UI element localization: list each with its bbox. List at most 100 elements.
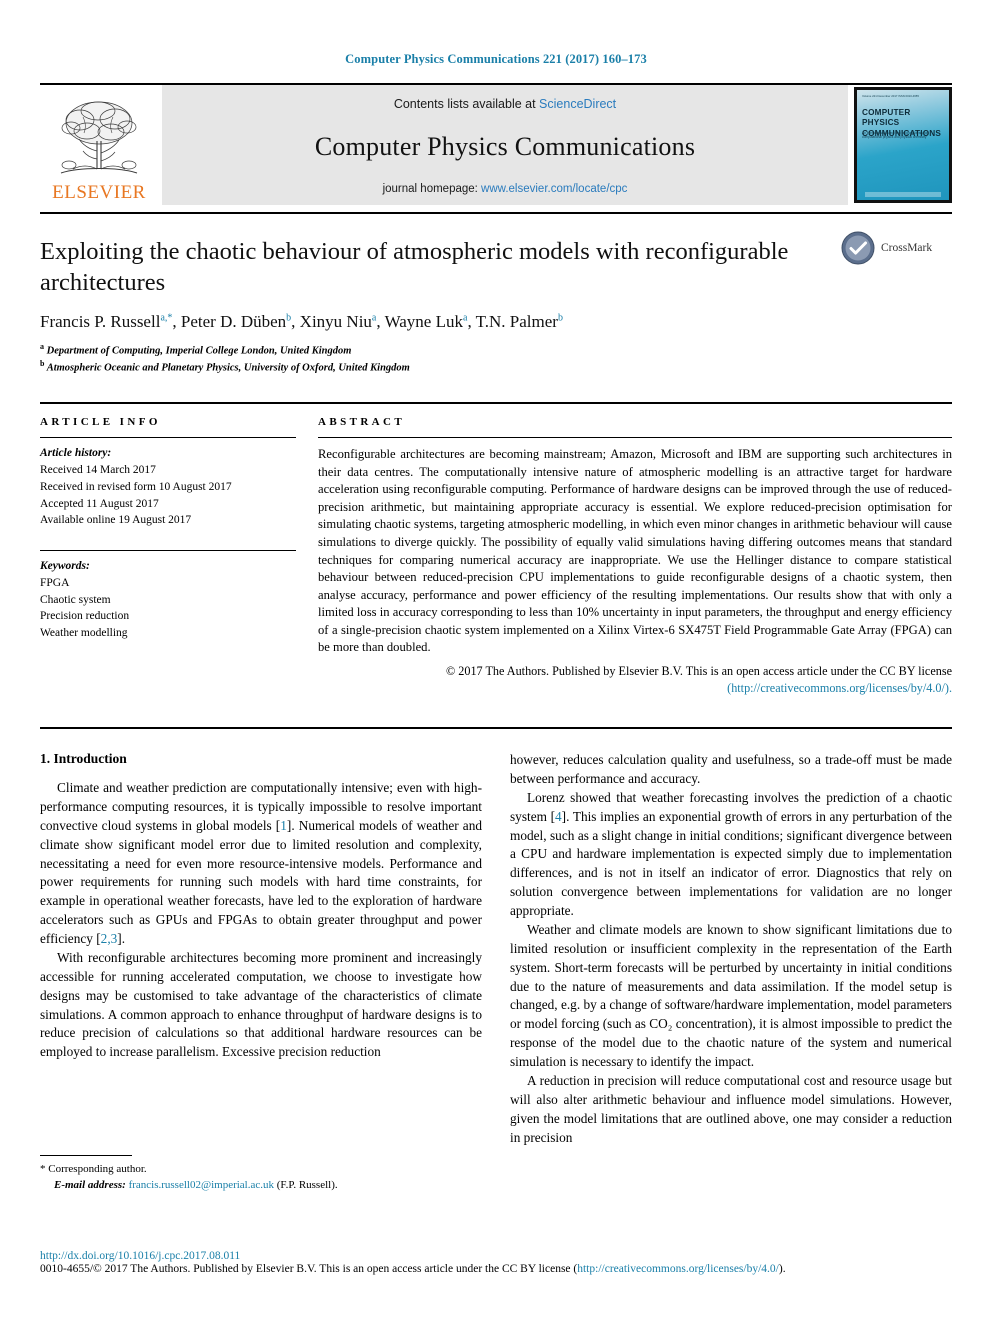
affiliation-text: Atmospheric Oceanic and Planetary Physic… xyxy=(46,362,410,374)
email-link[interactable]: francis.russell02@imperial.ac.uk xyxy=(129,1179,274,1191)
masthead-center: Contents lists available at ScienceDirec… xyxy=(162,85,848,205)
abstract-text: Reconfigurable architectures are becomin… xyxy=(318,447,952,655)
keywords-group: Keywords: FPGA Chaotic system Precision … xyxy=(40,543,296,642)
paragraph: A reduction in precision will reduce com… xyxy=(510,1072,952,1145)
title-block: CrossMark Exploiting the chaotic behavio… xyxy=(40,212,952,376)
author-item: Peter D. Dübenb xyxy=(181,312,291,331)
footnote-block: * Corresponding author. E-mail address: … xyxy=(40,1154,492,1194)
divider xyxy=(40,550,296,552)
paragraph-text: ]. This implies an exponential growth of… xyxy=(510,808,952,919)
article-info-heading: ARTICLE INFO xyxy=(40,416,161,429)
paragraph: however, reduces calculation quality and… xyxy=(510,752,952,786)
author-name: Wayne Luk xyxy=(384,311,463,331)
history-item: Accepted 11 August 2017 xyxy=(40,497,159,510)
paragraph: With reconfigurable architectures becomi… xyxy=(40,949,482,1060)
sciencedirect-link[interactable]: ScienceDirect xyxy=(539,97,616,111)
citation-ref[interactable]: 2,3 xyxy=(101,931,118,946)
paragraph: Climate and weather prediction are compu… xyxy=(40,779,482,949)
author-item: T.N. Palmerb xyxy=(476,312,563,331)
issn-copyright-line: 0010-4655/© 2017 The Authors. Published … xyxy=(40,1263,952,1275)
section-title-introduction: 1. Introduction xyxy=(40,751,127,767)
author-item: Xinyu Niua xyxy=(300,312,377,331)
affiliation-item: b Atmospheric Oceanic and Planetary Phys… xyxy=(40,358,952,376)
crossmark-label: CrossMark xyxy=(881,242,933,254)
body-column-left: 1. Introduction Climate and weather pred… xyxy=(40,751,482,1191)
footnote-divider xyxy=(40,1154,132,1156)
author-name: T.N. Palmer xyxy=(475,311,558,331)
author-name: Peter D. Düben xyxy=(180,311,287,331)
affiliation-mark: a xyxy=(40,341,44,351)
keywords-label: Keywords: xyxy=(40,560,90,573)
keyword-item: Chaotic system xyxy=(40,593,111,606)
info-abstract-section: ARTICLE INFO Article history: Received 1… xyxy=(40,402,952,697)
issn-suffix: ). xyxy=(778,1263,786,1275)
history-item: Received in revised form 10 August 2017 xyxy=(40,480,232,493)
author-marks: a,* xyxy=(160,312,173,324)
elsevier-tree-icon xyxy=(60,101,138,174)
elsevier-logo: ELSEVIER xyxy=(40,85,158,205)
author-item: Francis P. Russella,* xyxy=(40,312,172,331)
contents-prefix: Contents lists available at xyxy=(393,97,540,111)
author-marks: a xyxy=(371,312,377,324)
keyword-item: FPGA xyxy=(40,576,70,589)
article-info-column: ARTICLE INFO Article history: Received 1… xyxy=(40,416,296,697)
journal-cover-image: Volume 221 December 2017 ISSN 0010-4655 … xyxy=(857,90,949,200)
email-label: E-mail address: xyxy=(54,1178,126,1191)
issn-prefix: 0010-4655/© 2017 The Authors. Published … xyxy=(40,1263,578,1275)
paragraph-text: ]. xyxy=(117,931,126,947)
body-column-right: however, reduces calculation quality and… xyxy=(510,751,952,1147)
author-marks: b xyxy=(286,312,292,324)
journal-homepage-link[interactable]: www.elsevier.com/locate/cpc xyxy=(481,183,627,195)
crossmark-icon xyxy=(841,231,875,265)
abstract-copyright: © 2017 The Authors. Published by Elsevie… xyxy=(318,663,952,697)
page-footer: http://dx.doi.org/10.1016/j.cpc.2017.08.… xyxy=(40,1250,952,1275)
journal-homepage-line: journal homepage: www.elsevier.com/locat… xyxy=(383,183,628,195)
abstract-heading: ABSTRACT xyxy=(318,416,406,429)
paragraph: Lorenz showed that weather forecasting i… xyxy=(510,789,952,921)
copyright-text: © 2017 The Authors. Published by Elsevie… xyxy=(445,663,952,678)
running-head: Computer Physics Communications 221 (201… xyxy=(345,52,647,66)
journal-masthead: ELSEVIER Contents lists available at Sci… xyxy=(40,83,952,205)
citation-ref[interactable]: 4 xyxy=(555,809,562,824)
history-item: Available online 19 August 2017 xyxy=(40,514,192,527)
article-history-label: Article history: xyxy=(40,447,112,460)
author-marks: a xyxy=(463,312,468,324)
paper-page: Computer Physics Communications 221 (201… xyxy=(0,0,992,1323)
corresponding-text: Corresponding author. xyxy=(48,1162,147,1175)
paragraph: Weather and climate models are known to … xyxy=(510,921,952,1070)
author-marks: b xyxy=(557,312,563,324)
email-note: E-mail address: francis.russell02@imperi… xyxy=(40,1178,492,1194)
keyword-item: Precision reduction xyxy=(40,610,130,623)
contents-available-line: Contents lists available at ScienceDirec… xyxy=(394,97,616,111)
cover-top-bar: Volume 221 December 2017 ISSN 0010-4655 xyxy=(862,94,944,98)
cover-subtitle: An international journal and program lib… xyxy=(862,131,928,139)
doi-link-line[interactable]: http://dx.doi.org/10.1016/j.cpc.2017.08.… xyxy=(40,1250,952,1262)
author-name: Francis P. Russell xyxy=(40,311,161,331)
journal-cover-thumbnail: Volume 221 December 2017 ISSN 0010-4655 … xyxy=(854,87,952,203)
citation-ref[interactable]: 1 xyxy=(280,818,287,833)
author-item: Wayne Luka xyxy=(385,312,468,331)
license-link[interactable]: (http://creativecommons.org/licenses/by/… xyxy=(727,681,952,695)
doi-text: http://dx.doi.org/10.1016/j.cpc.2017.08.… xyxy=(40,1250,241,1262)
footer-license-link[interactable]: http://creativecommons.org/licenses/by/4… xyxy=(577,1263,779,1275)
keyword-item: Weather modelling xyxy=(40,627,128,640)
affiliation-mark: b xyxy=(40,359,45,369)
corresponding-marker: * xyxy=(40,1162,46,1175)
history-item: Received 14 March 2017 xyxy=(40,463,156,476)
page-title: Exploiting the chaotic behaviour of atmo… xyxy=(40,238,789,297)
crossmark-badge[interactable]: CrossMark xyxy=(840,230,952,266)
elsevier-wordmark: ELSEVIER xyxy=(52,182,146,203)
cover-title-line1: COMPUTER PHYSICS xyxy=(862,108,911,128)
cover-volume-text: Volume 221 December 2017 ISSN 0010-4655 xyxy=(862,94,919,98)
abstract-column: ABSTRACT Reconfigurable architectures ar… xyxy=(318,416,952,697)
homepage-prefix: journal homepage: xyxy=(382,183,482,195)
paragraph-text: ]. Numerical models of weather and clima… xyxy=(40,817,482,947)
affiliation-text: Department of Computing, Imperial Colleg… xyxy=(46,345,352,357)
affiliation-item: a Department of Computing, Imperial Coll… xyxy=(40,341,952,359)
author-list: Francis P. Russella,*, Peter D. Dübenb, … xyxy=(40,311,563,331)
author-name: Xinyu Niu xyxy=(299,311,372,331)
affiliation-list: a Department of Computing, Imperial Coll… xyxy=(40,341,952,376)
corresponding-author-note: * Corresponding author. xyxy=(40,1162,492,1178)
article-history-group: Article history: Received 14 March 2017 … xyxy=(40,438,296,529)
body-columns: 1. Introduction Climate and weather pred… xyxy=(40,727,952,1191)
